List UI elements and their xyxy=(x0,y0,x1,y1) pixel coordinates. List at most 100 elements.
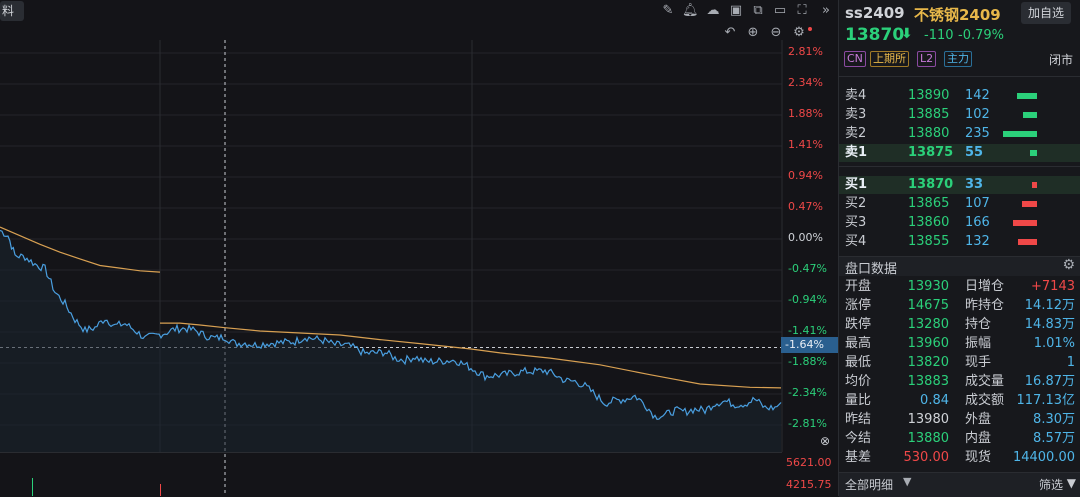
monitor-icon[interactable]: ▭ xyxy=(772,3,788,19)
level-price: 13875 xyxy=(908,145,954,160)
edit-icon[interactable]: ✎ xyxy=(660,3,676,19)
stat-value: 13880 xyxy=(907,431,949,446)
filter-link[interactable]: 筛选 xyxy=(1039,476,1063,493)
undo-icon[interactable]: ↶ xyxy=(722,25,738,41)
level-price: 13865 xyxy=(908,196,950,211)
ask-row[interactable]: 卖3 13885 102 xyxy=(839,106,1080,124)
level-label: 买1 xyxy=(845,177,868,192)
ask-row[interactable]: 卖4 13890 142 xyxy=(839,87,1080,105)
stats-table: 开盘 13930 日增仓 +7143 涨停 14675 昨持仓 14.12万 跌停 13280 持仓… xyxy=(839,277,1080,469)
level-label: 卖3 xyxy=(845,107,867,122)
volume-label-mid: 4215.75 xyxy=(786,478,832,491)
level-label: 买4 xyxy=(845,234,867,249)
bid-row[interactable]: 买2 13865 107 xyxy=(839,195,1080,213)
stat-label: 振幅 xyxy=(965,336,992,351)
stat-label: 量比 xyxy=(845,393,872,408)
level-label: 卖4 xyxy=(845,88,867,103)
stat-label: 涨停 xyxy=(845,298,872,313)
volume-divider xyxy=(0,452,782,453)
volume-bar xyxy=(1022,201,1037,207)
level-label: 买2 xyxy=(845,196,867,211)
tag-level2: L2 xyxy=(917,51,937,67)
stat-value: 8.57万 xyxy=(1033,431,1075,446)
stat-label: 跌停 xyxy=(845,317,872,332)
level-volume: 132 xyxy=(965,234,990,249)
bid-row[interactable]: 买1 13870 33 xyxy=(839,176,1080,194)
stats-row: 最高 13960 振幅 1.01% xyxy=(839,334,1080,353)
collapse-icon[interactable]: » xyxy=(818,3,834,19)
cloud-icon[interactable]: ☁ xyxy=(705,3,721,19)
market-status: 闭市 xyxy=(1048,53,1073,67)
quote-panel: ss2409 不锈钢2409 加自选 13870 ⬇ -110 -0.79% C… xyxy=(838,0,1080,497)
level-price: 13880 xyxy=(908,126,950,141)
stat-value: 13960 xyxy=(907,336,949,351)
percent-tick-label: -1.88% xyxy=(788,355,827,368)
percent-tick-label: -0.94% xyxy=(788,293,827,306)
percent-tick-label: 0.94% xyxy=(788,169,823,182)
stat-value: 0.84 xyxy=(920,393,949,408)
stat-label: 日增仓 xyxy=(965,279,1005,294)
tab-info[interactable]: 料 xyxy=(0,1,24,21)
screenshot-icon[interactable]: ▣ xyxy=(728,3,744,19)
price-chart-svg xyxy=(0,40,783,496)
ask-row[interactable]: 卖2 13880 235 xyxy=(839,125,1080,143)
stat-value: 117.13亿 xyxy=(1016,393,1076,408)
percent-tick-label: -0.47% xyxy=(788,262,827,275)
stat-value: 13930 xyxy=(907,279,949,294)
level-volume: 102 xyxy=(965,107,990,122)
stat-value: +7143 xyxy=(1031,279,1075,294)
filter-icon[interactable]: ▼ xyxy=(1067,476,1076,490)
stat-label: 外盘 xyxy=(965,412,992,427)
copy-icon[interactable]: ⧉ xyxy=(750,3,766,19)
volume-bar xyxy=(1030,150,1037,156)
percent-tick-label: 0.00% xyxy=(788,231,823,244)
stat-label: 开盘 xyxy=(845,279,872,294)
stats-row: 量比 0.84 成交额 117.13亿 xyxy=(839,391,1080,410)
percent-tick-label: -2.81% xyxy=(788,417,827,430)
stat-value: 13980 xyxy=(907,412,949,427)
stat-value: 16.87万 xyxy=(1024,374,1075,389)
price-change: -110 xyxy=(924,28,954,43)
price-change-pct: -0.79% xyxy=(958,28,1004,43)
ask-levels: 卖4 13890 142 卖3 13885 102 卖2 13880 235 卖1 13875 55 xyxy=(839,87,1080,163)
stats-row: 昨结 13980 外盘 8.30万 xyxy=(839,410,1080,429)
bid-levels: 买1 13870 33 买2 13865 107 买3 13860 166 买4 13855 132 xyxy=(839,176,1080,252)
add-watchlist-button[interactable]: 加自选 xyxy=(1021,2,1071,24)
fullscreen-icon[interactable]: ⛶ xyxy=(794,3,810,19)
divider xyxy=(839,76,1080,77)
settings-icon[interactable]: ⚙ xyxy=(791,25,807,41)
level-price: 13855 xyxy=(908,234,950,249)
stat-value: 14675 xyxy=(907,298,949,313)
chart-toolbar: 料 ✎ 🔔︎ ☁ ▣ ⧉ ▭ ⛶ » xyxy=(0,0,838,22)
settings-icon[interactable]: ⚙ xyxy=(1062,257,1075,273)
volume-bar xyxy=(1003,131,1037,137)
stats-row: 均价 13883 成交量 16.87万 xyxy=(839,372,1080,391)
level-volume: 166 xyxy=(965,215,990,230)
stat-label: 今结 xyxy=(845,431,872,446)
stat-label: 现货 xyxy=(965,450,992,465)
bid-row[interactable]: 买3 13860 166 xyxy=(839,214,1080,232)
bid-row[interactable]: 买4 13855 132 xyxy=(839,233,1080,251)
caret-down-icon[interactable]: ▼ xyxy=(903,475,911,488)
volume-toggle-icon[interactable]: ⊗ xyxy=(820,434,830,448)
stat-label: 基差 xyxy=(845,450,872,465)
all-details-link[interactable]: 全部明细 xyxy=(845,476,893,493)
percent-tick-label: 1.88% xyxy=(788,107,823,120)
bell-icon[interactable]: 🔔︎ xyxy=(682,3,699,19)
volume-bar xyxy=(160,484,161,496)
percent-tick-label: 2.34% xyxy=(788,76,823,89)
level-volume: 107 xyxy=(965,196,990,211)
volume-bar xyxy=(1017,93,1037,99)
ask-row[interactable]: 卖1 13875 55 xyxy=(839,144,1080,162)
level-volume: 55 xyxy=(965,145,984,160)
stat-label: 现手 xyxy=(965,355,992,370)
stats-row: 跌停 13280 持仓 14.83万 xyxy=(839,315,1080,334)
level-price: 13885 xyxy=(908,107,950,122)
zoom-out-icon[interactable]: ⊖ xyxy=(768,25,784,41)
stat-label: 昨结 xyxy=(845,412,872,427)
notification-dot xyxy=(808,27,812,31)
volume-label-max: 5621.00 xyxy=(786,456,832,469)
zoom-in-icon[interactable]: ⊕ xyxy=(745,25,761,41)
tag-exchange: 上期所 xyxy=(870,51,909,67)
stats-header: 盘口数据 ⚙ xyxy=(839,257,1080,277)
